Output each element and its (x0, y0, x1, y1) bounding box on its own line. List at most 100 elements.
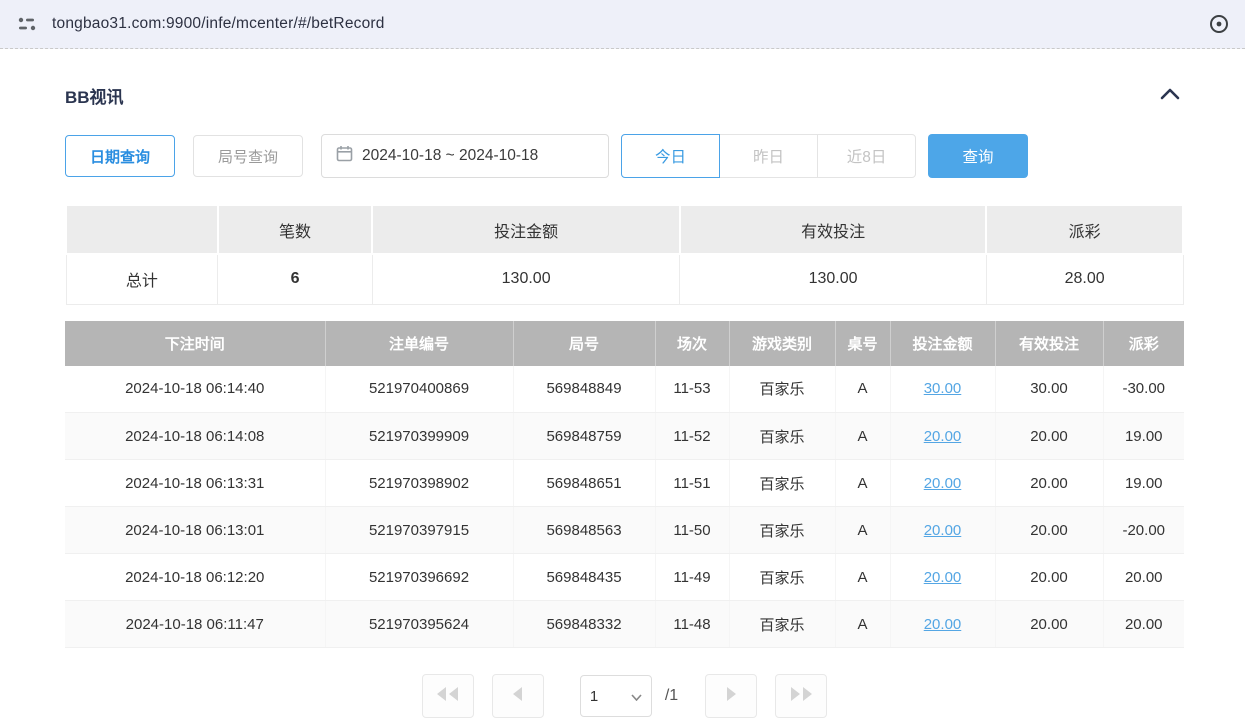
bet-amount-cell: 30.00 (890, 366, 995, 413)
chevron-left-icon (512, 686, 524, 707)
bet-amount-link[interactable]: 20.00 (924, 569, 962, 586)
table-no-cell: A (835, 507, 890, 554)
payout-cell: 19.00 (1103, 460, 1184, 507)
pagination: 1 /1 (65, 674, 1184, 718)
prev-page-button[interactable] (492, 674, 544, 718)
next-page-button[interactable] (705, 674, 757, 718)
collapse-section-button[interactable] (1156, 84, 1184, 107)
quick-date-group: 今日 昨日 近8日 (621, 134, 916, 178)
quick-btn-last8days[interactable]: 近8日 (817, 134, 916, 178)
first-page-button[interactable] (422, 674, 474, 718)
game-type-cell: 百家乐 (729, 601, 835, 648)
address-bar-url[interactable]: tongbao31.com:9900/infe/mcenter/#/betRec… (52, 15, 385, 33)
payout-cell: -30.00 (1103, 366, 1184, 413)
summary-header-bet-amount: 投注金额 (372, 206, 679, 254)
table-header-row: 下注时间 注单编号 局号 场次 游戏类别 桌号 投注金额 有效投注 派彩 (65, 321, 1184, 366)
time-cell: 2024-10-18 06:11:47 (65, 601, 325, 648)
game-type-cell: 百家乐 (729, 460, 835, 507)
bet-records-table: 下注时间 注单编号 局号 场次 游戏类别 桌号 投注金额 有效投注 派彩 202… (65, 321, 1184, 649)
summary-count-value: 6 (218, 254, 373, 304)
time-cell: 2024-10-18 06:13:31 (65, 460, 325, 507)
game-type-cell: 百家乐 (729, 507, 835, 554)
date-range-value: 2024-10-18 ~ 2024-10-18 (362, 147, 538, 165)
bet-amount-link[interactable]: 20.00 (924, 522, 962, 539)
bet-amount-link[interactable]: 20.00 (924, 428, 962, 445)
session-cell: 11-51 (655, 460, 729, 507)
search-button[interactable]: 查询 (928, 134, 1028, 178)
session-cell: 11-50 (655, 507, 729, 554)
order-id-cell: 521970395624 (325, 601, 513, 648)
summary-header-blank (66, 206, 218, 254)
order-id-cell: 521970396692 (325, 554, 513, 601)
summary-valid-bet-value: 130.00 (680, 254, 986, 304)
browser-address-bar: tongbao31.com:9900/infe/mcenter/#/betRec… (0, 0, 1245, 49)
valid-bet-cell: 20.00 (995, 601, 1103, 648)
bet-amount-cell: 20.00 (890, 601, 995, 648)
table-row: 2024-10-18 06:12:20521970396692569848435… (65, 554, 1184, 601)
page-title: BB视讯 (65, 83, 124, 108)
time-cell: 2024-10-18 06:12:20 (65, 554, 325, 601)
quick-btn-yesterday[interactable]: 昨日 (719, 134, 818, 178)
bet-amount-cell: 20.00 (890, 460, 995, 507)
calendar-icon (336, 145, 353, 167)
game-type-cell: 百家乐 (729, 413, 835, 460)
round-id-cell: 569848651 (513, 460, 655, 507)
table-row: 2024-10-18 06:11:47521970395624569848332… (65, 601, 1184, 648)
game-type-cell: 百家乐 (729, 554, 835, 601)
summary-header-payout: 派彩 (986, 206, 1183, 254)
round-id-cell: 569848332 (513, 601, 655, 648)
header-valid-bet: 有效投注 (995, 321, 1103, 366)
page-select[interactable]: 1 (580, 675, 652, 717)
chevron-down-icon (631, 688, 642, 705)
valid-bet-cell: 20.00 (995, 507, 1103, 554)
header-order-id: 注单编号 (325, 321, 513, 366)
page-select-value: 1 (590, 688, 598, 705)
summary-header-valid-bet: 有效投注 (680, 206, 986, 254)
bet-amount-link[interactable]: 30.00 (924, 380, 962, 397)
time-cell: 2024-10-18 06:14:40 (65, 366, 325, 413)
header-bet-time: 下注时间 (65, 321, 325, 366)
valid-bet-cell: 20.00 (995, 554, 1103, 601)
summary-bet-amount-value: 130.00 (372, 254, 679, 304)
double-chevron-right-icon (789, 686, 813, 707)
payout-cell: 20.00 (1103, 601, 1184, 648)
table-no-cell: A (835, 554, 890, 601)
summary-payout-value: 28.00 (986, 254, 1183, 304)
double-chevron-left-icon (436, 686, 460, 707)
header-round-id: 局号 (513, 321, 655, 366)
bet-table-body: 2024-10-18 06:14:40521970400869569848849… (65, 366, 1184, 648)
table-row: 2024-10-18 06:13:01521970397915569848563… (65, 507, 1184, 554)
game-type-cell: 百家乐 (729, 366, 835, 413)
summary-row-label: 总计 (66, 254, 218, 304)
header-game-type: 游戏类别 (729, 321, 835, 366)
summary-header-count: 笔数 (218, 206, 373, 254)
session-cell: 11-52 (655, 413, 729, 460)
table-no-cell: A (835, 601, 890, 648)
table-no-cell: A (835, 413, 890, 460)
bet-amount-cell: 20.00 (890, 413, 995, 460)
summary-row: 总计 6 130.00 130.00 28.00 (66, 254, 1183, 304)
bet-amount-cell: 20.00 (890, 554, 995, 601)
date-query-tab[interactable]: 日期查询 (65, 135, 175, 177)
header-session: 场次 (655, 321, 729, 366)
date-range-picker[interactable]: 2024-10-18 ~ 2024-10-18 (321, 134, 609, 178)
bet-amount-link[interactable]: 20.00 (924, 616, 962, 633)
round-query-tab[interactable]: 局号查询 (193, 135, 303, 177)
last-page-button[interactable] (775, 674, 827, 718)
header-payout: 派彩 (1103, 321, 1184, 366)
table-row: 2024-10-18 06:14:08521970399909569848759… (65, 413, 1184, 460)
table-row: 2024-10-18 06:14:40521970400869569848849… (65, 366, 1184, 413)
chevron-up-icon (1160, 88, 1180, 103)
browser-tab-icon[interactable] (16, 13, 38, 35)
session-cell: 11-48 (655, 601, 729, 648)
bet-amount-link[interactable]: 20.00 (924, 475, 962, 492)
payout-cell: 19.00 (1103, 413, 1184, 460)
browser-action-icon[interactable] (1209, 14, 1229, 34)
header-table-no: 桌号 (835, 321, 890, 366)
header-bet-amount: 投注金额 (890, 321, 995, 366)
quick-btn-today[interactable]: 今日 (621, 134, 720, 178)
session-cell: 11-53 (655, 366, 729, 413)
table-no-cell: A (835, 366, 890, 413)
table-row: 2024-10-18 06:13:31521970398902569848651… (65, 460, 1184, 507)
round-id-cell: 569848759 (513, 413, 655, 460)
